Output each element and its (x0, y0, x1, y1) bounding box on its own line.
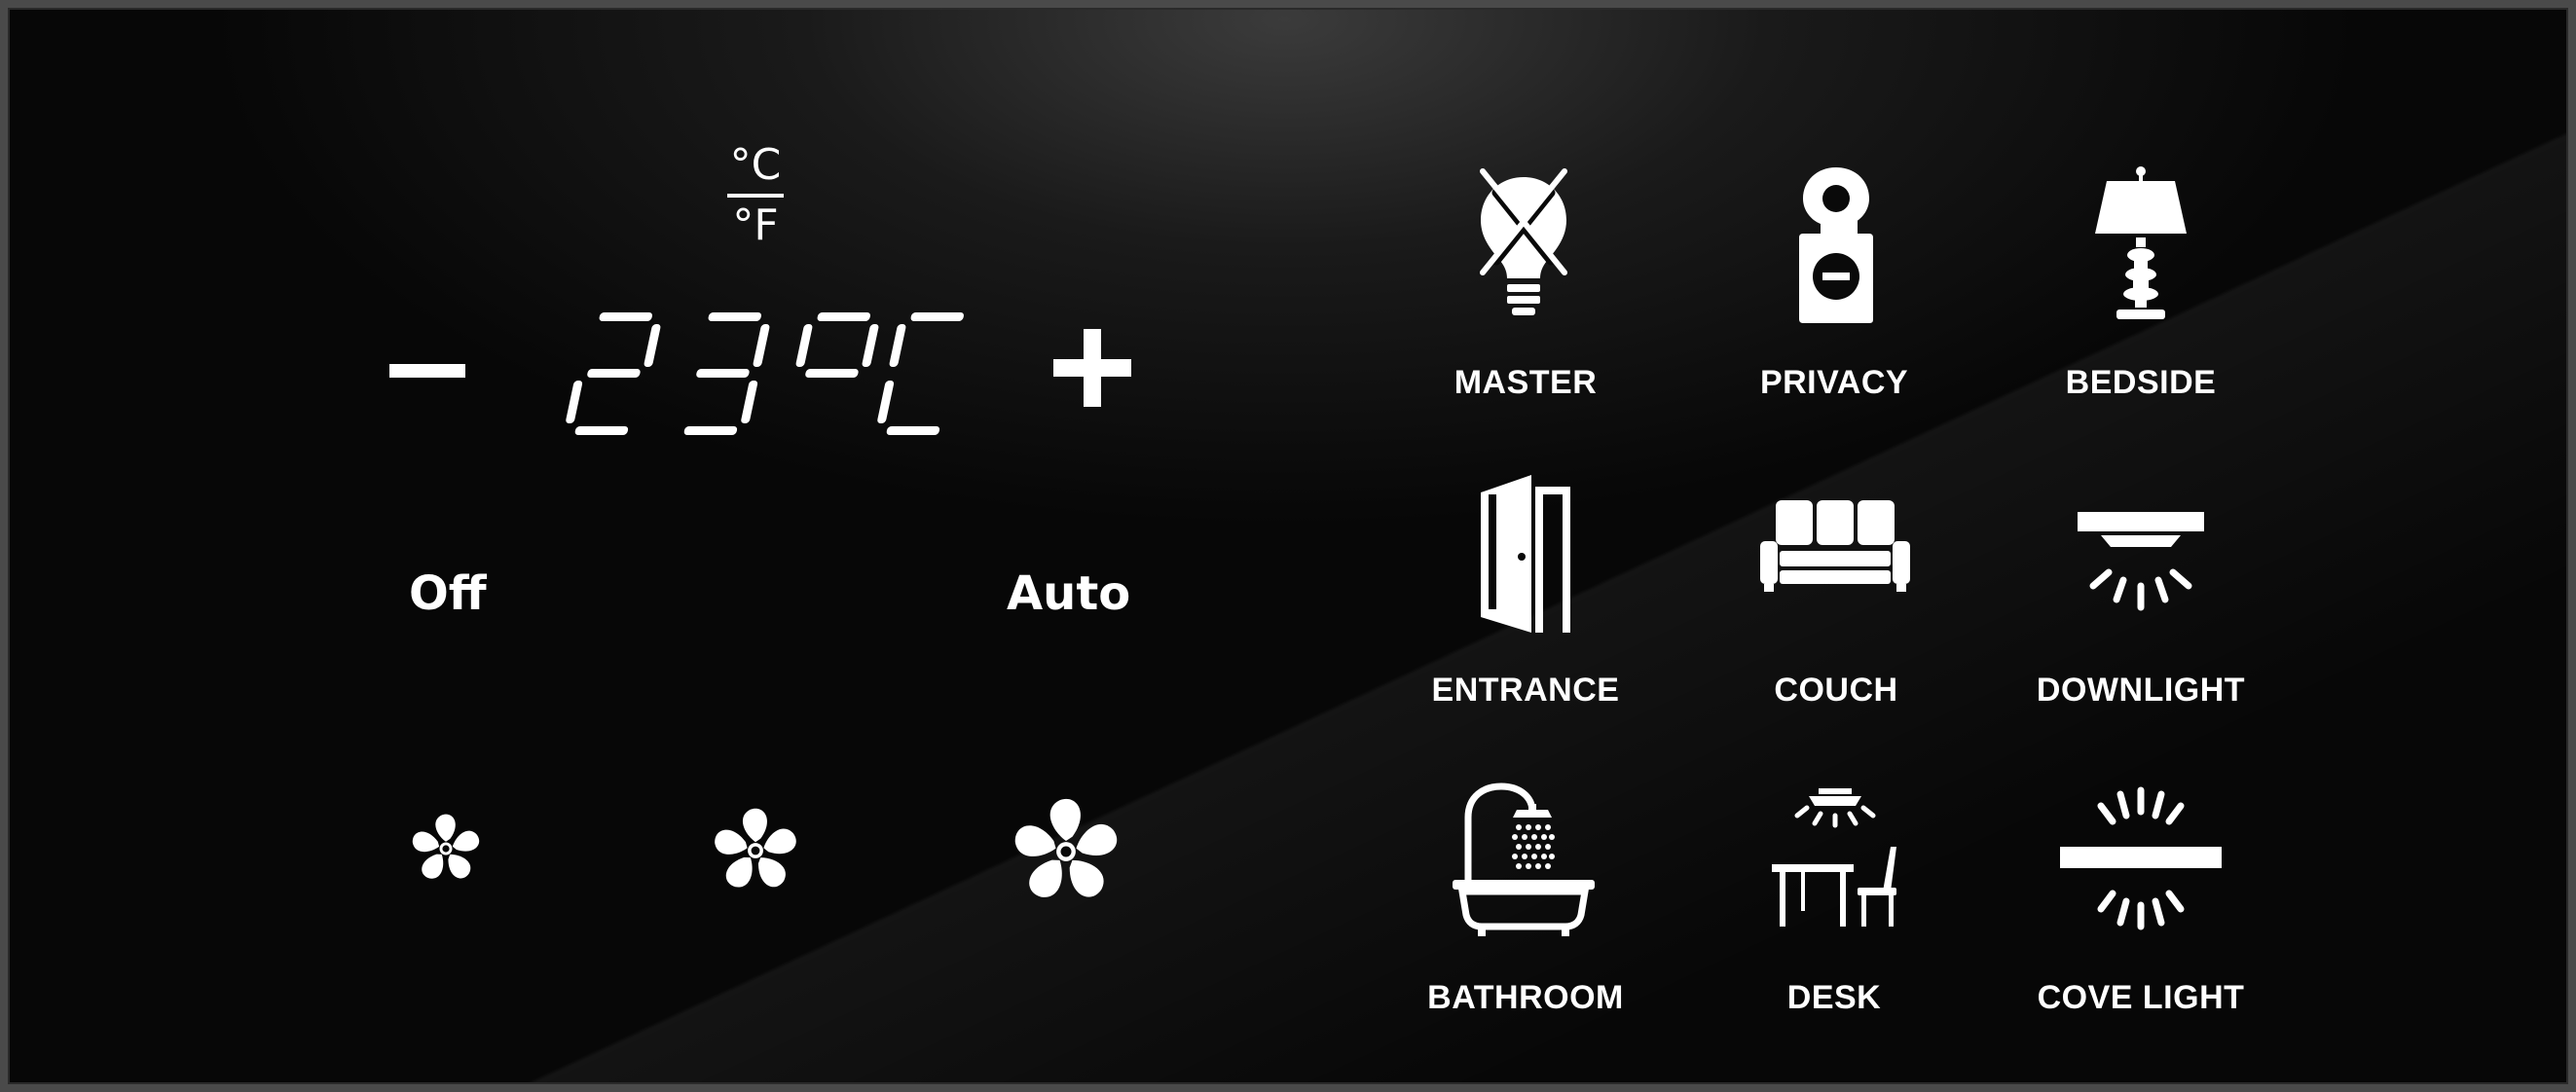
decrease-temperature-button[interactable] (380, 350, 477, 395)
scene-bedside-label: BEDSIDE (2065, 364, 2217, 401)
increase-temperature-button[interactable] (1046, 321, 1139, 415)
fan-high-button[interactable] (1012, 798, 1120, 909)
degree-segments (795, 312, 879, 378)
scene-master-label: MASTER (1454, 364, 1598, 401)
scene-entrance-label: ENTRANCE (1431, 672, 1620, 709)
temperature-display (543, 307, 972, 443)
door-icon (1481, 475, 1570, 633)
fan-low-icon (412, 814, 480, 879)
bedside-lamp-icon (2095, 166, 2187, 319)
fan-medium-button[interactable] (713, 808, 798, 897)
downlight-icon (2078, 512, 2204, 611)
digit-two (566, 312, 661, 435)
cove-light-icon (2060, 786, 2222, 930)
unit-toggle-button[interactable]: °C °F (718, 134, 792, 257)
desk-chair-icon (1772, 788, 1896, 927)
digit-three (683, 312, 770, 435)
fahrenheit-label: °F (732, 200, 779, 250)
fan-high-icon (1014, 798, 1118, 897)
scene-privacy-label: PRIVACY (1759, 364, 1909, 401)
scene-couch-label: COUCH (1774, 672, 1898, 709)
fan-low-button[interactable] (411, 814, 481, 888)
celsius-label: °C (729, 140, 782, 190)
scene-desk-label: DESK (1786, 979, 1882, 1016)
couch-icon (1760, 500, 1910, 592)
bathtub-shower-icon (1453, 783, 1595, 936)
plus-icon-vertical (1084, 329, 1101, 407)
thermostat-control-panel: °C °F Off Auto MASTER PRIVACY BEDSIDE EN… (8, 8, 2568, 1084)
seven-segment-readout (566, 312, 964, 435)
fan-medium-icon (715, 808, 796, 888)
minus-icon (389, 364, 465, 378)
unit-divider (727, 194, 784, 198)
scene-downlight-label: DOWNLIGHT (2036, 672, 2246, 709)
mode-off-button[interactable]: Off (409, 566, 487, 621)
mode-auto-button[interactable]: Auto (1007, 566, 1130, 621)
do-not-disturb-icon (1799, 167, 1873, 323)
unit-c-segments (877, 312, 964, 435)
scene-cove-light-label: COVE LIGHT (2037, 979, 2245, 1016)
scene-bathroom-label: BATHROOM (1427, 979, 1624, 1016)
master-off-bulb-icon (1480, 168, 1567, 315)
